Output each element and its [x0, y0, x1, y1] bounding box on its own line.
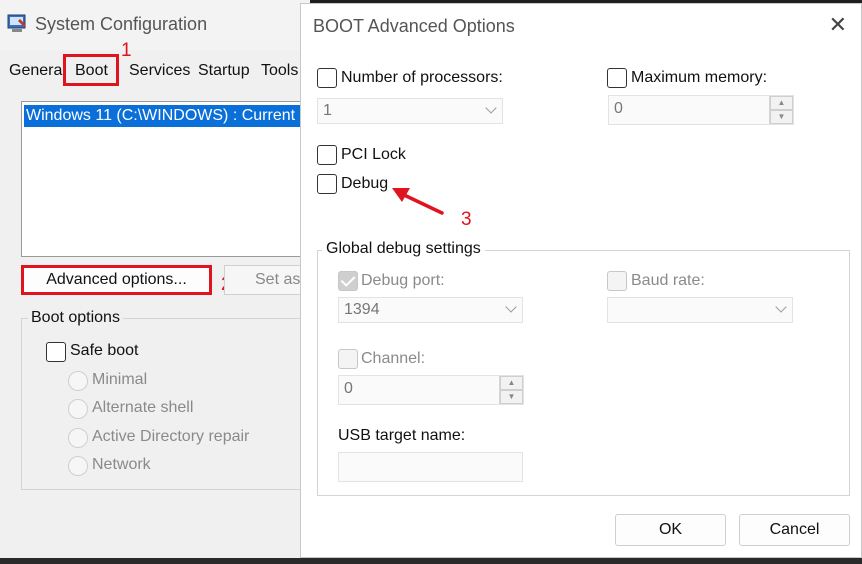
network-radio[interactable] — [68, 456, 88, 476]
usb-target-name-label: USB target name: — [338, 427, 466, 444]
safe-boot-checkbox[interactable] — [46, 342, 66, 362]
debug-port-select[interactable]: 1394 — [338, 297, 523, 323]
active-directory-repair-radio[interactable] — [68, 428, 88, 448]
global-debug-settings-label: Global debug settings — [322, 240, 485, 258]
debug-port-label: Debug port: — [361, 272, 445, 289]
tab-services[interactable]: Services — [129, 62, 190, 80]
number-of-processors-select[interactable]: 1 — [317, 98, 503, 124]
boot-entry[interactable]: Windows 11 (C:\WINDOWS) : Current — [24, 105, 312, 127]
highlight-box-boot-tab — [63, 54, 119, 86]
maximum-memory-spinner[interactable]: 0 ▲ ▼ — [608, 95, 794, 125]
channel-label: Channel: — [361, 350, 426, 367]
pci-lock-label: PCI Lock — [341, 146, 406, 163]
tab-startup[interactable]: Startup — [198, 62, 250, 80]
baud-rate-label: Baud rate: — [631, 272, 705, 289]
alternate-shell-radio[interactable] — [68, 399, 88, 419]
window-title: System Configuration — [35, 14, 208, 34]
channel-checkbox[interactable] — [338, 349, 358, 369]
spin-up-icon[interactable]: ▲ — [500, 376, 523, 390]
debug-port-checkbox[interactable] — [338, 271, 358, 291]
annotation-step-3: 3 — [461, 209, 472, 230]
debug-label: Debug — [341, 175, 389, 192]
tab-tools[interactable]: Tools — [261, 62, 298, 80]
maximum-memory-label: Maximum memory: — [631, 69, 768, 86]
advanced-options-button[interactable]: Advanced options... — [21, 265, 212, 295]
boot-entries-list[interactable]: Windows 11 (C:\WINDOWS) : Current — [21, 101, 312, 257]
title-bar: System Configuration — [0, 0, 310, 50]
channel-spinner[interactable]: 0 ▲ ▼ — [338, 375, 524, 405]
safe-boot-label: Safe boot — [70, 342, 139, 359]
dialog-title: BOOT Advanced Options — [313, 16, 515, 36]
debug-checkbox[interactable] — [317, 174, 337, 194]
baud-rate-checkbox[interactable] — [607, 271, 627, 291]
tab-general[interactable]: General — [9, 62, 66, 80]
minimal-label: Minimal — [92, 371, 148, 388]
boot-options-label: Boot options — [28, 309, 123, 327]
number-of-processors-label: Number of processors: — [341, 69, 503, 86]
network-label: Network — [92, 456, 151, 473]
msconfig-icon — [7, 14, 26, 32]
debug-port-value: 1394 — [344, 301, 380, 318]
alternate-shell-label: Alternate shell — [92, 399, 194, 416]
close-icon[interactable]: ✕ — [829, 14, 847, 36]
spin-down-icon[interactable]: ▼ — [770, 110, 793, 124]
spin-down-icon[interactable]: ▼ — [500, 390, 523, 404]
active-directory-repair-label: Active Directory repair — [92, 428, 250, 445]
usb-target-name-field[interactable] — [338, 452, 523, 482]
chevron-down-icon — [505, 301, 517, 313]
chevron-down-icon — [485, 102, 497, 114]
number-of-processors-value: 1 — [323, 102, 332, 119]
baud-rate-select[interactable] — [607, 297, 793, 323]
pci-lock-checkbox[interactable] — [317, 145, 337, 165]
taskbar-edge — [0, 558, 862, 564]
spinner-buttons: ▲ ▼ — [499, 376, 523, 404]
annotation-step-1: 1 — [121, 40, 132, 61]
spin-up-icon[interactable]: ▲ — [770, 96, 793, 110]
cancel-button[interactable]: Cancel — [739, 514, 850, 546]
chevron-down-icon — [775, 301, 787, 313]
spinner-buttons: ▲ ▼ — [769, 96, 793, 124]
annotation-arrow-icon — [392, 188, 444, 215]
number-of-processors-checkbox[interactable] — [317, 68, 337, 88]
ok-button[interactable]: OK — [615, 514, 726, 546]
system-configuration-window: System Configuration General Boot 1 Serv… — [0, 0, 314, 558]
minimal-radio[interactable] — [68, 371, 88, 391]
channel-value: 0 — [344, 380, 353, 397]
maximum-memory-value: 0 — [614, 100, 623, 117]
maximum-memory-checkbox[interactable] — [607, 68, 627, 88]
